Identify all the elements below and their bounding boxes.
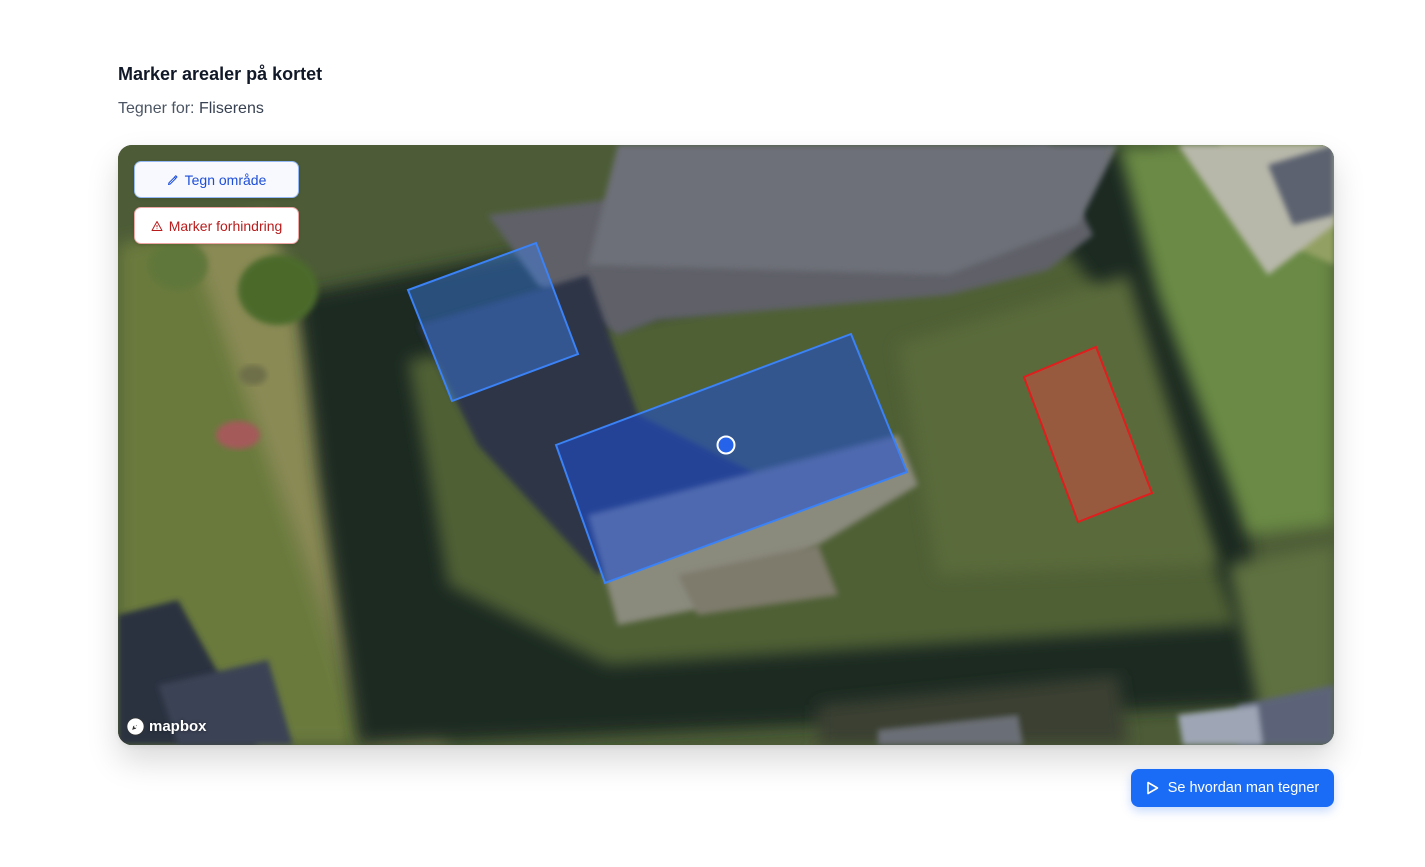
draw-area-label: Tegn område xyxy=(184,171,267,188)
drawing-for-text: Tegner for: Fliserens xyxy=(118,100,264,118)
warning-triangle-icon xyxy=(151,220,163,231)
mapbox-wordmark: mapbox xyxy=(149,718,207,735)
tutorial-label: Se hvordan man tegner xyxy=(1167,780,1320,796)
drawing-for-label: Tegner for: xyxy=(118,100,195,117)
page-title: Marker arealer på kortet xyxy=(118,64,323,84)
mapbox-attribution[interactable]: mapbox xyxy=(126,717,207,736)
mapbox-logo-icon xyxy=(126,717,145,736)
pencil-icon xyxy=(167,174,178,185)
vertex-handle[interactable] xyxy=(716,435,736,455)
mark-obstacle-button[interactable]: Marker forhindring xyxy=(134,207,299,244)
service-name: Fliserens xyxy=(198,100,264,117)
draw-area-button[interactable]: Tegn område xyxy=(134,161,299,198)
play-icon xyxy=(1146,781,1159,795)
satellite-imagery xyxy=(118,145,1334,745)
mark-obstacle-label: Marker forhindring xyxy=(168,217,283,234)
watch-drawing-tutorial-button[interactable]: Se hvordan man tegner xyxy=(1131,769,1334,807)
satellite-map[interactable]: Tegn område Marker forhindring mapbox xyxy=(118,145,1334,745)
